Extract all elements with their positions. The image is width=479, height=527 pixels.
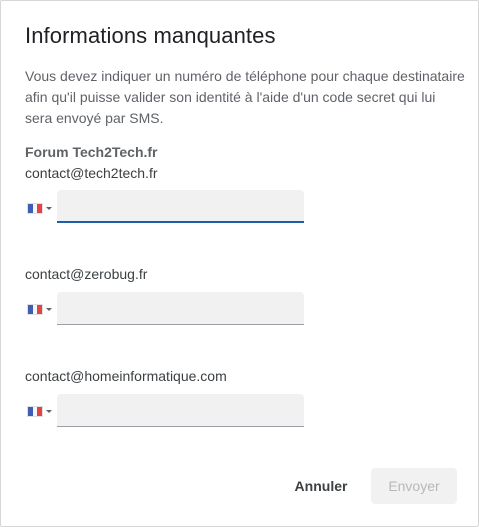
phone-number-input[interactable] <box>57 190 304 223</box>
recipient-email: contact@homeinformatique.com <box>25 368 227 384</box>
dialog-description: Vous devez indiquer un numéro de télépho… <box>25 68 465 126</box>
cancel-button[interactable]: Annuler <box>285 468 357 504</box>
phone-number-input[interactable] <box>57 292 304 325</box>
country-code-select[interactable] <box>27 201 55 215</box>
phone-number-input[interactable] <box>57 394 304 427</box>
france-flag-icon <box>27 405 43 417</box>
country-code-select[interactable] <box>27 404 55 418</box>
send-button[interactable]: Envoyer <box>371 468 457 504</box>
chevron-down-icon <box>46 307 52 311</box>
recipient-name: Forum Tech2Tech.fr <box>25 144 158 160</box>
missing-info-dialog: Informations manquantes Vous devez indiq… <box>0 0 479 527</box>
dialog-title: Informations manquantes <box>25 23 276 48</box>
france-flag-icon <box>27 303 43 315</box>
chevron-down-icon <box>46 409 52 413</box>
recipient-email: contact@zerobug.fr <box>25 266 148 282</box>
france-flag-icon <box>27 202 43 214</box>
chevron-down-icon <box>46 206 52 210</box>
country-code-select[interactable] <box>27 302 55 316</box>
recipient-email: contact@tech2tech.fr <box>25 165 158 181</box>
